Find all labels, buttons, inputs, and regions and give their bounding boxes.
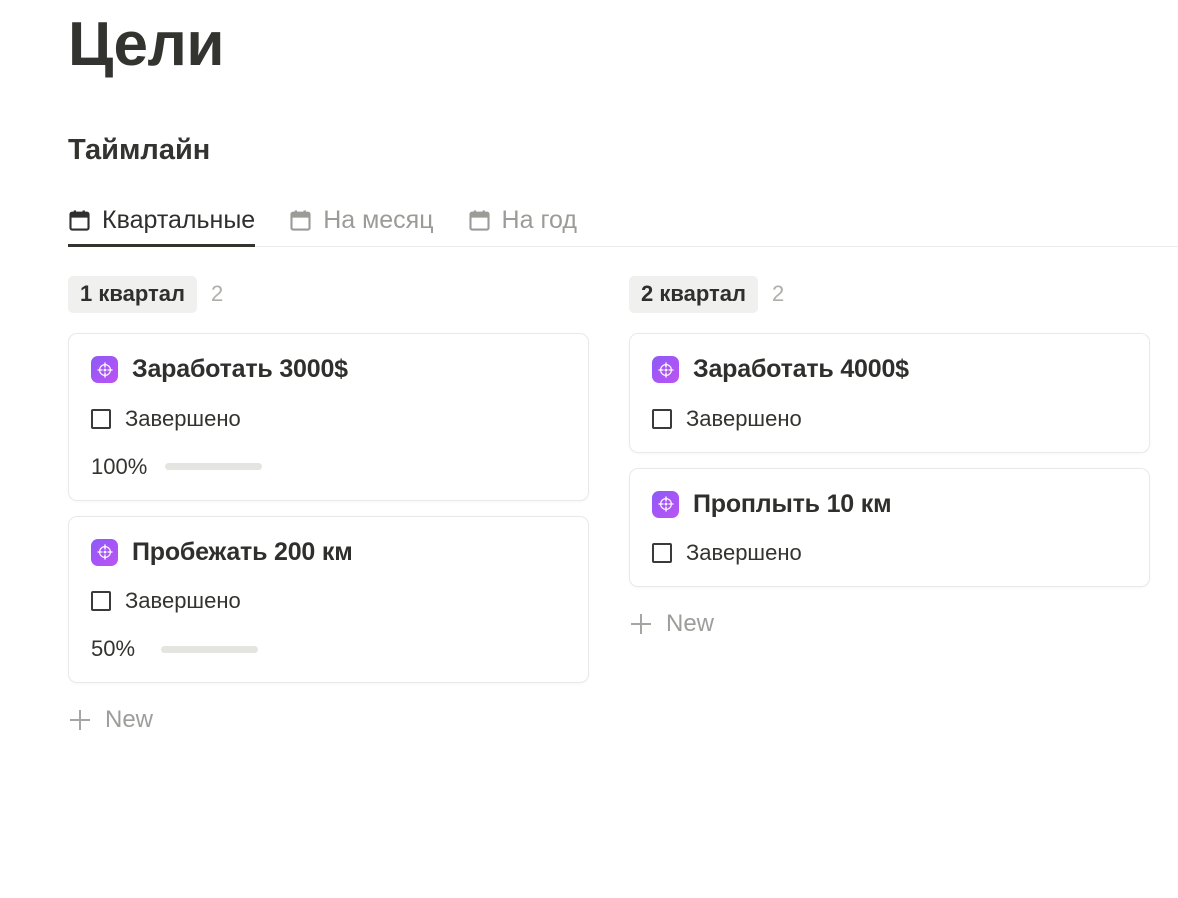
calendar-icon [289, 209, 312, 232]
column-name-pill[interactable]: 2 квартал [629, 276, 758, 313]
target-icon [652, 491, 679, 518]
goals-page: Цели Таймлайн КвартальныеНа месяцНа год … [0, 0, 1178, 898]
completed-row: Завершено [91, 408, 566, 430]
tab-1[interactable]: Квартальные [68, 208, 255, 247]
goals-board: 1 квартал 2 Заработать 3000$ Завершено 100% П… [68, 275, 1110, 742]
target-icon [91, 356, 118, 383]
card-header: Заработать 3000$ [91, 356, 566, 384]
card-header: Заработать 4000$ [652, 356, 1127, 384]
add-new-goal-button[interactable]: New [68, 698, 155, 742]
new-label: New [105, 708, 153, 732]
tab-2[interactable]: На месяц [289, 208, 433, 247]
card-header: Пробежать 200 км [91, 539, 566, 567]
completed-checkbox[interactable] [91, 591, 111, 611]
goal-title: Проплыть 10 км [693, 491, 891, 519]
column-name-pill[interactable]: 1 квартал [68, 276, 197, 313]
completed-label: Завершено [686, 408, 802, 430]
card-header: Проплыть 10 км [652, 491, 1127, 519]
column-count: 2 [772, 283, 784, 305]
completed-label: Завершено [125, 590, 241, 612]
calendar-icon [68, 209, 91, 232]
progress-track [161, 646, 258, 653]
board-column: 2 квартал2Заработать 4000$ЗавершеноПропл… [629, 275, 1150, 646]
goal-title: Заработать 3000$ [132, 356, 348, 384]
completed-label: Завершено [125, 408, 241, 430]
completed-checkbox[interactable] [652, 409, 672, 429]
progress-row: 100% [91, 456, 566, 478]
calendar-icon [468, 209, 491, 232]
goal-card[interactable]: Пробежать 200 км Завершено 50% [68, 516, 589, 684]
completed-row: Завершено [652, 408, 1127, 430]
plus-icon [631, 614, 651, 634]
completed-label: Завершено [686, 542, 802, 564]
goal-card[interactable]: Заработать 4000$ Завершено [629, 333, 1150, 453]
progress-row: 50% [91, 638, 566, 660]
tab-label: На месяц [323, 208, 433, 233]
board-column: 1 квартал 2 Заработать 3000$ Завершено 100% П… [68, 275, 589, 742]
goal-card[interactable]: Проплыть 10 км Завершено [629, 468, 1150, 588]
add-new-goal-button[interactable]: New [629, 602, 716, 646]
section-title: Таймлайн [68, 136, 1110, 165]
tab-label: На год [502, 208, 577, 233]
target-icon [652, 356, 679, 383]
column-count: 2 [211, 283, 223, 305]
completed-checkbox[interactable] [652, 543, 672, 563]
timeline-tabs: Квартальные На месяц На год [68, 197, 1110, 247]
goal-card[interactable]: Заработать 3000$ Завершено 100% [68, 333, 589, 501]
tab-3[interactable]: На год [468, 208, 577, 247]
completed-checkbox[interactable] [91, 409, 111, 429]
column-header: 2 квартал 2 [629, 275, 1150, 313]
completed-row: Завершено [91, 590, 566, 612]
new-label: New [666, 612, 714, 636]
column-header: 1 квартал 2 [68, 275, 589, 313]
plus-icon [70, 710, 90, 730]
target-icon [91, 539, 118, 566]
completed-row: Завершено [652, 542, 1127, 564]
goal-title: Заработать 4000$ [693, 356, 909, 384]
goal-title: Пробежать 200 км [132, 539, 352, 567]
tab-label: Квартальные [102, 208, 255, 233]
page-title: Цели [68, 0, 1110, 76]
progress-percent: 50% [91, 638, 143, 660]
progress-percent: 100% [91, 456, 147, 478]
progress-track [165, 463, 262, 470]
